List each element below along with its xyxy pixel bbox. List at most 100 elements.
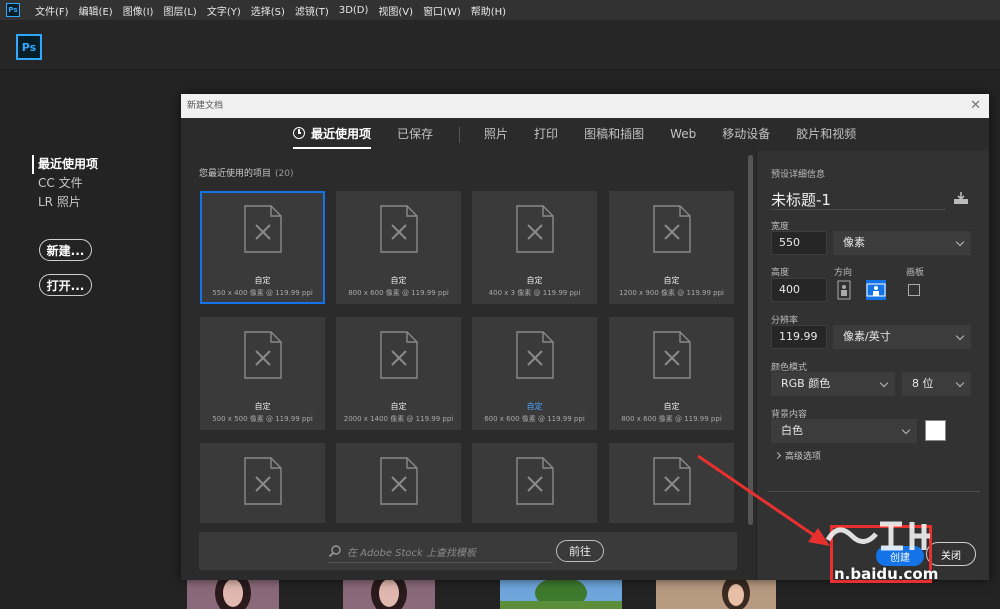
document-icon (516, 331, 554, 379)
tab-art-illustration[interactable]: 图稿和插图 (584, 118, 644, 151)
ps-app-icon[interactable]: Ps (6, 3, 20, 17)
preset-name: 自定 (526, 276, 543, 285)
menu-image[interactable]: 图像(I) (118, 3, 159, 18)
artboard-checkbox[interactable] (908, 284, 920, 296)
preset-card[interactable]: 自定 800 x 600 像素 @ 119.99 ppi (336, 191, 461, 304)
menu-edit[interactable]: 编辑(E) (74, 3, 118, 18)
document-icon (244, 457, 282, 505)
preset-name: 自定 (526, 402, 543, 411)
new-button[interactable]: 新建... (39, 239, 92, 261)
menu-select[interactable]: 选择(S) (246, 3, 290, 18)
tab-photo[interactable]: 照片 (484, 118, 508, 151)
preset-name: 自定 (663, 402, 680, 411)
preset-dimensions: 400 x 3 像素 @ 119.99 ppi (488, 289, 581, 297)
stock-search-input[interactable]: 在 Adobe Stock 上查找模板 (347, 544, 476, 559)
menu-type[interactable]: 文字(Y) (202, 3, 246, 18)
bit-depth-select[interactable]: 8 位 (902, 372, 971, 396)
watermark-text: n.baidu.com (834, 565, 939, 583)
width-unit-select[interactable]: 像素 (833, 231, 971, 255)
preset-dimensions: 800 x 600 像素 @ 119.99 ppi (348, 289, 449, 297)
sidebar-item-lr-photos[interactable]: LR 照片 (38, 193, 98, 212)
chevron-down-icon (879, 378, 889, 388)
tab-film-video[interactable]: 胶片和视频 (796, 118, 856, 151)
preset-card[interactable]: 自定 550 x 400 像素 @ 119.99 ppi (200, 191, 325, 304)
preset-name: 自定 (254, 276, 271, 285)
document-icon (653, 331, 691, 379)
preset-name: 自定 (390, 402, 407, 411)
width-field[interactable]: 550 (771, 231, 827, 255)
chevron-down-icon (901, 425, 911, 435)
color-mode-select[interactable]: RGB 颜色 (771, 372, 895, 396)
preset-card[interactable]: 自定 2000 x 1400 像素 @ 119.99 ppi (336, 317, 461, 430)
landscape-orientation-icon[interactable] (866, 280, 886, 300)
preset-card[interactable]: 自定 500 x 500 像素 @ 119.99 ppi (200, 317, 325, 430)
chevron-down-icon (955, 237, 965, 247)
menu-3d[interactable]: 3D(D) (334, 5, 374, 16)
clock-icon (293, 127, 305, 139)
preset-card[interactable]: 自定 1200 x 900 像素 @ 119.99 ppi (609, 191, 734, 304)
height-field[interactable]: 400 (771, 278, 827, 302)
tab-saved[interactable]: 已保存 (397, 118, 433, 151)
document-name-input[interactable]: 未标题-1 (771, 189, 831, 210)
preset-dimensions: 500 x 500 像素 @ 119.99 ppi (212, 415, 313, 423)
go-button[interactable]: 前往 (556, 540, 604, 562)
menu-file[interactable]: 文件(F) (30, 3, 74, 18)
stock-search-bar: 在 Adobe Stock 上查找模板 前往 (199, 532, 737, 570)
chevron-down-icon (955, 331, 965, 341)
menu-filter[interactable]: 滤镜(T) (290, 3, 334, 18)
orientation-label: 方向 (834, 268, 853, 278)
gallery-heading: 您最近使用的项目 (20) (199, 169, 294, 179)
document-icon (380, 205, 418, 253)
preset-name: 自定 (254, 402, 271, 411)
preset-card[interactable] (336, 443, 461, 523)
open-button[interactable]: 打开... (39, 274, 92, 296)
background-color-swatch[interactable] (925, 420, 946, 441)
tab-mobile[interactable]: 移动设备 (722, 118, 770, 151)
document-icon (653, 205, 691, 253)
height-label: 高度 (771, 268, 790, 278)
artboard-label: 画板 (906, 268, 925, 278)
preset-tabs: 最近使用项 已保存 照片 打印 图稿和插图 Web 移动设备 胶片和视频 (181, 118, 989, 151)
search-icon (328, 545, 341, 558)
resolution-field[interactable]: 119.99 (771, 325, 827, 349)
sidebar-item-recent[interactable]: 最近使用项 (32, 155, 98, 174)
preset-card[interactable] (472, 443, 597, 523)
menu-layer[interactable]: 图层(L) (158, 3, 201, 18)
preset-card[interactable]: 自定 600 x 600 像素 @ 119.99 ppi (472, 317, 597, 430)
tab-web[interactable]: Web (670, 118, 696, 151)
preset-dimensions: 2000 x 1400 像素 @ 119.99 ppi (343, 415, 454, 423)
recent-presets-gallery: 您最近使用的项目 (20) 自定 550 x 400 像素 @ 119.99 ppi… (181, 151, 756, 580)
preset-card[interactable]: 自定 400 x 3 像素 @ 119.99 ppi (472, 191, 597, 304)
tab-print[interactable]: 打印 (534, 118, 558, 151)
menu-help[interactable]: 帮助(H) (466, 3, 511, 18)
menu-view[interactable]: 视图(V) (373, 3, 418, 18)
document-name-underline (771, 209, 946, 210)
home-sidebar: 最近使用项 CC 文件 LR 照片 (32, 155, 98, 212)
ps-logo: Ps (16, 34, 42, 60)
preset-dimensions: 550 x 400 像素 @ 119.99 ppi (212, 289, 313, 297)
menubar: Ps 文件(F) 编辑(E) 图像(I) 图层(L) 文字(Y) 选择(S) 滤… (0, 0, 1000, 20)
preset-dimensions: 1200 x 900 像素 @ 119.99 ppi (619, 289, 724, 297)
menu-window[interactable]: 窗口(W) (418, 3, 466, 18)
document-icon (516, 205, 554, 253)
chevron-down-icon (955, 378, 965, 388)
sidebar-item-cc-files[interactable]: CC 文件 (38, 174, 98, 193)
tab-divider (459, 126, 461, 143)
preset-name: 自定 (663, 276, 680, 285)
portrait-orientation-icon[interactable] (834, 280, 854, 300)
preset-card[interactable]: 自定 800 x 600 像素 @ 119.99 ppi (609, 317, 734, 430)
tab-recent[interactable]: 最近使用项 (293, 118, 372, 151)
document-icon (244, 331, 282, 379)
document-icon (516, 457, 554, 505)
home-header: Ps (0, 20, 1000, 70)
resolution-unit-select[interactable]: 像素/英寸 (833, 325, 971, 349)
dialog-close-icon[interactable]: ✕ (970, 96, 981, 116)
stock-input-underline (328, 562, 553, 563)
save-preset-icon[interactable] (953, 191, 969, 205)
background-select[interactable]: 白色 (771, 419, 917, 443)
document-icon (244, 205, 282, 253)
dialog-title: 新建文档 (181, 94, 989, 118)
baidu-watermark-logo (825, 521, 930, 551)
document-icon (653, 457, 691, 505)
preset-card[interactable] (200, 443, 325, 523)
